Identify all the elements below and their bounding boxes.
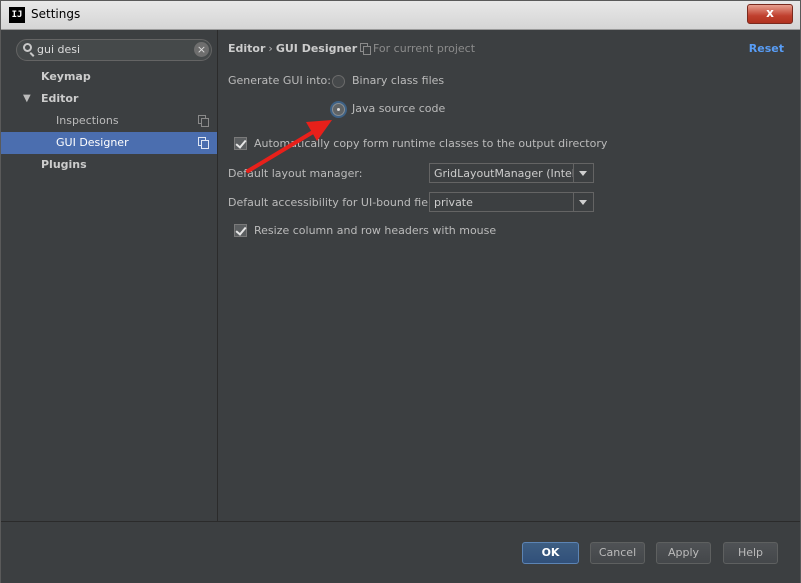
breadcrumb-current: GUI Designer — [275, 42, 358, 55]
tree-item-keymap[interactable]: Keymap — [1, 66, 217, 88]
accessibility-dropdown[interactable]: private — [429, 192, 594, 212]
tree-item-inspections[interactable]: Inspections — [1, 110, 217, 132]
ok-button[interactable]: OK — [522, 542, 579, 564]
window-title: Settings — [31, 7, 81, 21]
auto-copy-label[interactable]: Automatically copy form runtime classes … — [254, 137, 607, 150]
chevron-down-icon[interactable] — [573, 164, 593, 182]
breadcrumb: Editor › GUI Designer — [228, 42, 357, 55]
generate-gui-label: Generate GUI into: — [228, 74, 331, 87]
settings-window: IJ Settings x gui desi × Keymap ▼ Editor… — [0, 0, 801, 583]
apply-button[interactable]: Apply — [656, 542, 711, 564]
resize-headers-label[interactable]: Resize column and row headers with mouse — [254, 224, 496, 237]
tree-item-label: GUI Designer — [56, 136, 129, 149]
scope-indicator: For current project — [360, 42, 475, 55]
radio-java-label[interactable]: Java source code — [352, 102, 445, 115]
resize-headers-checkbox[interactable] — [234, 224, 247, 237]
dropdown-value: GridLayoutManager (IntelliJ) — [434, 167, 574, 180]
tree-item-label: Editor — [41, 92, 79, 105]
auto-copy-checkbox[interactable] — [234, 137, 247, 150]
tree-item-label: Keymap — [41, 70, 91, 83]
radio-binary-class-files[interactable] — [332, 75, 345, 88]
clear-search-icon[interactable]: × — [194, 42, 209, 57]
breadcrumb-separator: › — [268, 42, 273, 55]
scope-label: For current project — [373, 42, 476, 55]
layout-manager-label: Default layout manager: — [228, 167, 363, 180]
tree-item-gui-designer[interactable]: GUI Designer — [1, 132, 217, 154]
tree-item-editor[interactable]: ▼ Editor — [1, 88, 217, 110]
search-icon — [23, 43, 32, 52]
tree-item-plugins[interactable]: Plugins — [1, 154, 217, 176]
help-button[interactable]: Help — [723, 542, 778, 564]
close-window-button[interactable]: x — [747, 4, 793, 24]
radio-binary-label[interactable]: Binary class files — [352, 74, 444, 87]
dialog-footer: OK Cancel Apply Help — [1, 521, 800, 583]
chevron-down-icon[interactable] — [573, 193, 593, 211]
accessibility-label: Default accessibility for UI-bound field… — [228, 196, 448, 209]
title-bar: IJ Settings x — [1, 1, 800, 30]
settings-content-panel: Editor › GUI Designer For current project … — [218, 30, 800, 521]
project-scope-icon — [198, 115, 209, 127]
cancel-button[interactable]: Cancel — [590, 542, 645, 564]
tree-item-label: Plugins — [41, 158, 87, 171]
layout-manager-dropdown[interactable]: GridLayoutManager (IntelliJ) — [429, 163, 594, 183]
reset-link[interactable]: Reset — [749, 42, 784, 55]
project-scope-icon — [360, 43, 371, 55]
intellij-app-icon: IJ — [9, 7, 25, 23]
dropdown-value: private — [434, 196, 473, 209]
expand-arrow-icon[interactable]: ▼ — [23, 88, 31, 110]
settings-sidebar: gui desi × Keymap ▼ Editor Inspections G… — [1, 30, 218, 521]
radio-java-source-code[interactable] — [332, 103, 345, 116]
settings-search-field[interactable]: gui desi × — [16, 39, 212, 61]
project-scope-icon — [198, 137, 209, 149]
search-input[interactable]: gui desi — [37, 43, 80, 56]
tree-item-label: Inspections — [56, 114, 119, 127]
breadcrumb-parent: Editor — [228, 42, 266, 55]
